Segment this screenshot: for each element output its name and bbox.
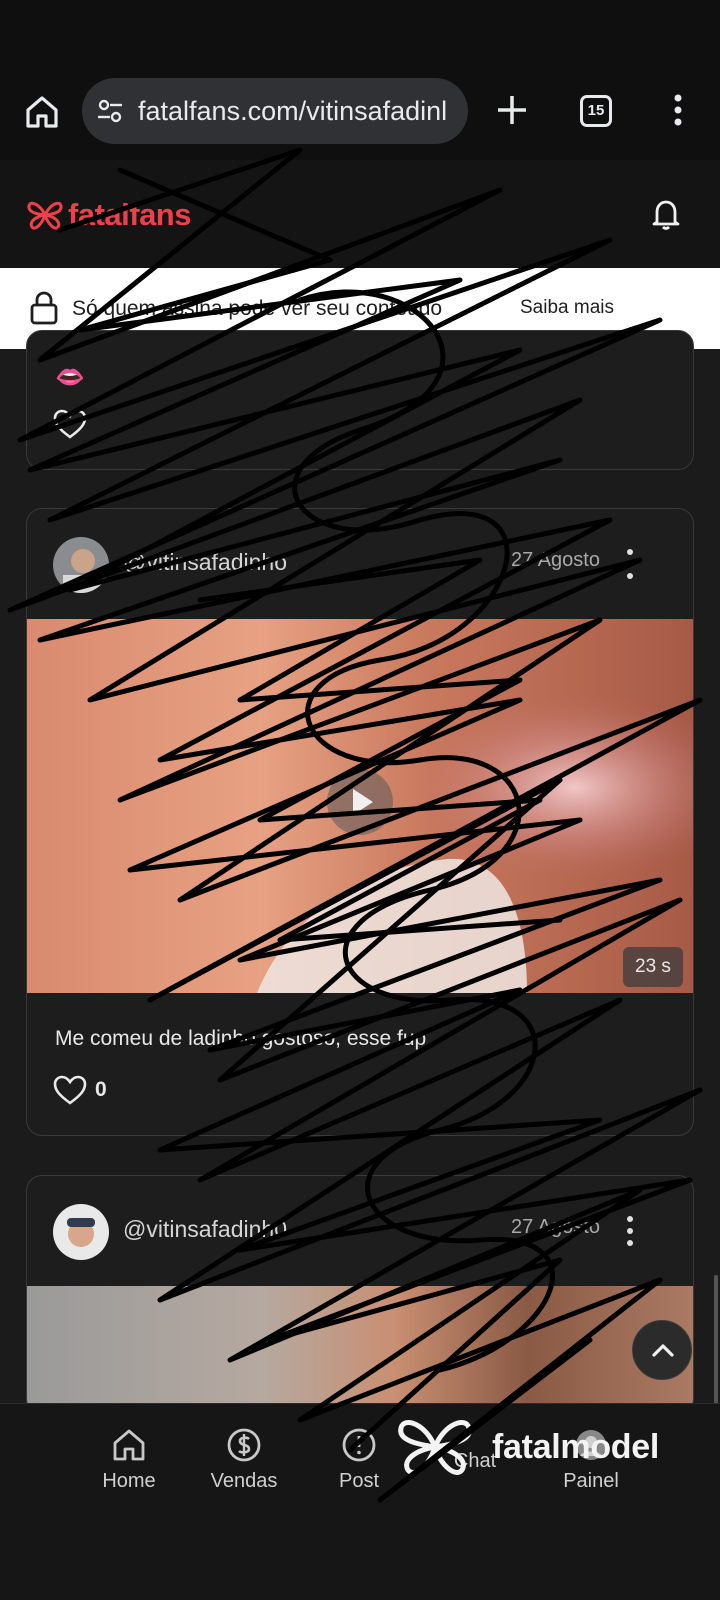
sales-icon <box>227 1428 261 1462</box>
status-bar <box>0 0 720 70</box>
post-options-icon[interactable] <box>625 1211 635 1251</box>
fatalmodel-watermark: fatalmodel <box>396 1412 659 1482</box>
play-button[interactable] <box>327 769 393 835</box>
app-header: fatalfans <box>0 160 720 268</box>
post-icon <box>342 1428 376 1462</box>
bottom-nav: Home Vendas Post Chat Painel fatalmodel <box>0 1403 720 1600</box>
post-emoji: 👄 <box>55 364 85 391</box>
post-caption: Me comeu de ladinho gostoso, esse fup <box>55 1027 427 1050</box>
post-card: @vitinsafadinh0 27 Agosto <box>26 1175 694 1415</box>
post-date: 27 Agosto <box>511 549 600 571</box>
address-bar[interactable]: fatalfans.com/vitinsafadinl <box>82 78 468 144</box>
banner-message: Só quem assina pode ver seu conteúdo <box>72 297 443 320</box>
like-button[interactable]: 0 <box>53 1075 107 1105</box>
chevron-up-icon <box>652 1344 674 1357</box>
watermark-text: fatalmodel <box>492 1427 660 1466</box>
post-card: 👄 <box>26 330 694 470</box>
browser-menu-icon[interactable] <box>664 90 692 130</box>
post-video[interactable]: 23 s <box>27 619 693 993</box>
nav-item-sales[interactable]: Vendas <box>189 1426 299 1506</box>
post-options-icon[interactable] <box>625 544 635 584</box>
butterfly-watermark-icon <box>398 1420 472 1475</box>
like-count: 0 <box>95 1078 107 1101</box>
home-icon <box>113 1429 145 1461</box>
avatar[interactable] <box>53 537 109 593</box>
browser-toolbar: fatalfans.com/vitinsafadinl 15 <box>0 70 720 160</box>
post-card: @vitinsafadinho 27 Agosto 23 s Me comeu … <box>26 508 694 1136</box>
lock-icon <box>30 291 58 325</box>
post-username[interactable]: @vitinsafadinho <box>123 549 287 576</box>
learn-more-link[interactable]: Saiba mais <box>520 297 614 319</box>
tab-switcher-button[interactable]: 15 <box>580 95 612 127</box>
heart-icon[interactable] <box>53 1075 87 1105</box>
butterfly-logo-icon <box>27 201 63 230</box>
play-icon <box>353 789 373 815</box>
like-button[interactable] <box>53 409 87 439</box>
post-media[interactable] <box>27 1286 693 1414</box>
url-text[interactable]: fatalfans.com/vitinsafadinl <box>138 96 460 127</box>
fatalfans-logo[interactable]: fatalfans <box>26 197 191 232</box>
post-header: @vitinsafadinh0 27 Agosto <box>27 1176 693 1286</box>
post-date: 27 Agosto <box>511 1216 600 1238</box>
nav-item-home[interactable]: Home <box>74 1426 184 1506</box>
home-icon[interactable] <box>22 92 62 132</box>
notifications-icon[interactable] <box>648 196 684 232</box>
avatar[interactable] <box>53 1204 109 1260</box>
post-header: @vitinsafadinho 27 Agosto <box>27 509 693 619</box>
scroll-to-top-button[interactable] <box>632 1320 692 1380</box>
new-tab-icon[interactable] <box>492 90 532 130</box>
nav-label: Vendas <box>210 1470 278 1492</box>
logo-text: fatalfans <box>68 197 191 232</box>
heart-icon[interactable] <box>53 409 87 439</box>
video-duration: 23 s <box>623 947 683 987</box>
post-username[interactable]: @vitinsafadinh0 <box>123 1216 287 1243</box>
nav-label: Home <box>102 1470 156 1492</box>
site-settings-icon[interactable] <box>96 97 124 125</box>
